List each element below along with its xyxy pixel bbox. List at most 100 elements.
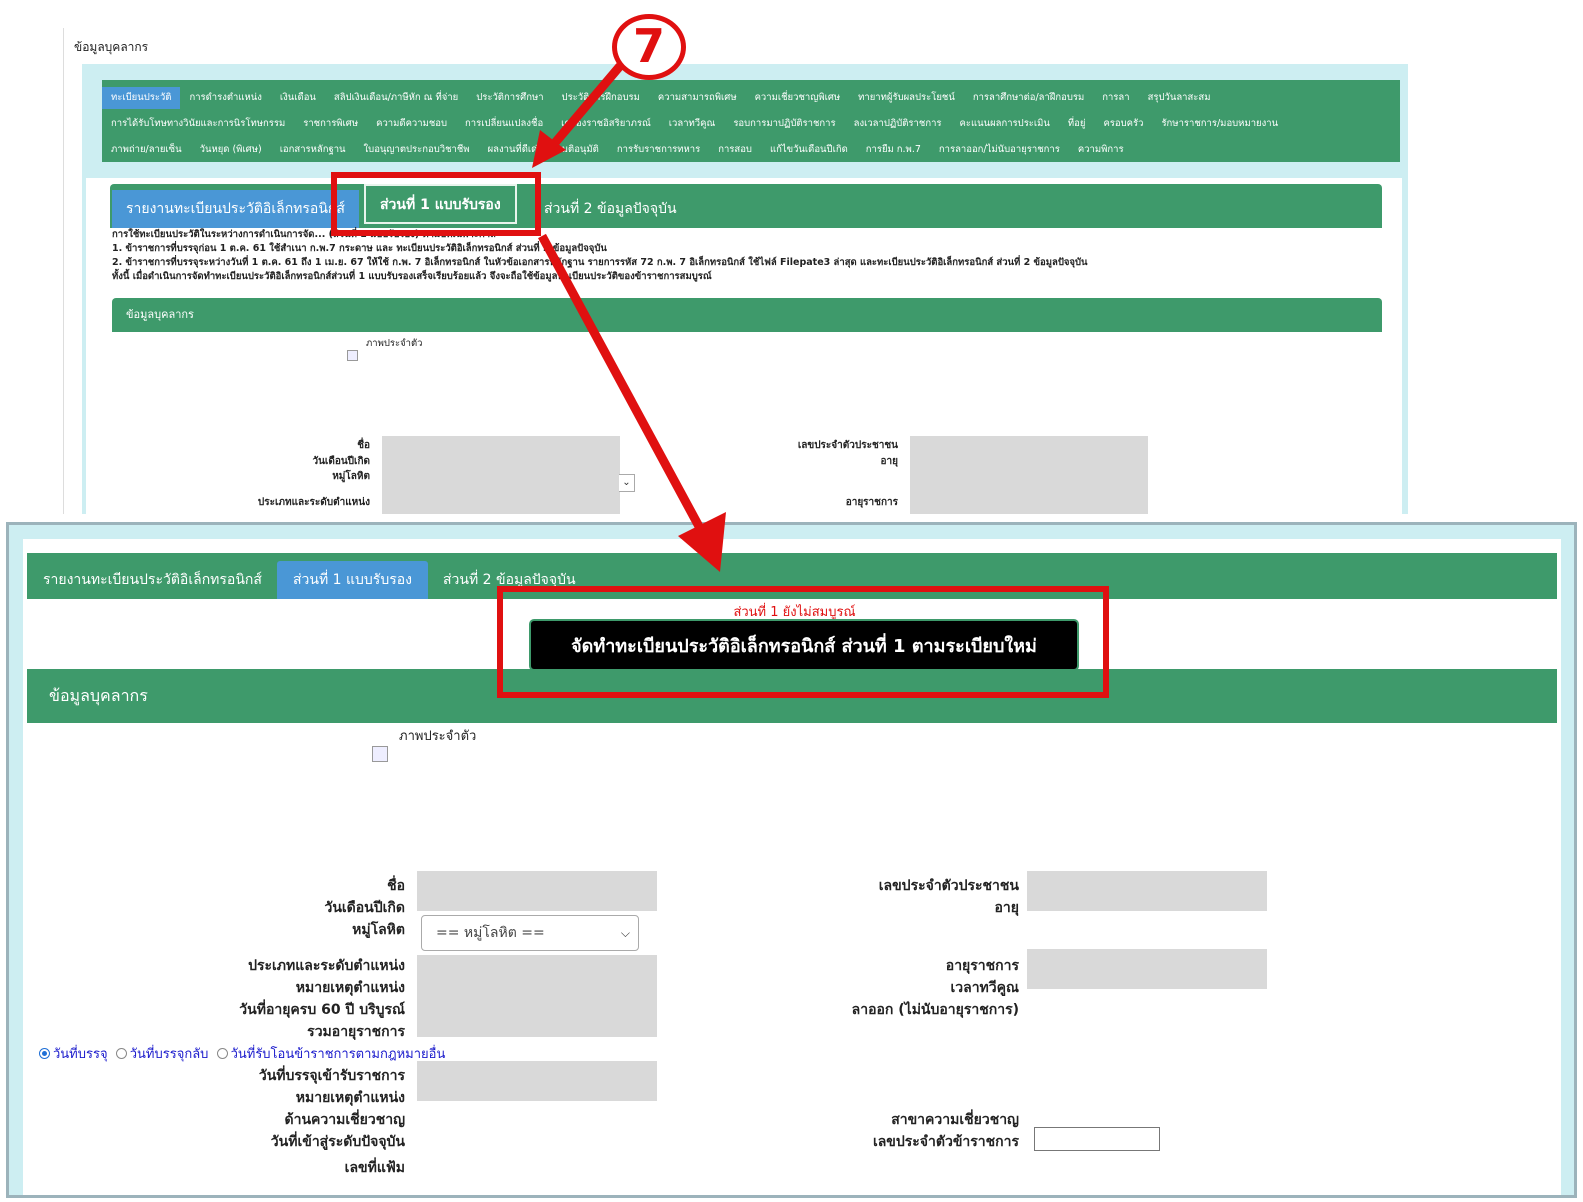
label-level-date: วันที่เข้าสู่ระดับปัจจุบัน (270, 1134, 405, 1150)
menu-item[interactable]: สลิปเงินเดือน/ภาษีหัก ณ ที่จ่าย (325, 87, 467, 109)
menu-item[interactable]: การได้รับโทษทางวินัยและการนิรโทษกรรม (102, 113, 294, 135)
menu-item[interactable]: ความเชี่ยวชาญพิเศษ (746, 87, 850, 109)
menu-item[interactable]: การยืม ก.พ.7 (857, 139, 930, 161)
label-position-type: ประเภทและระดับตำแหน่ง (248, 958, 405, 974)
label-citizen-id: เลขประจำตัวประชาชน (878, 878, 1019, 894)
menu-item[interactable]: ราชการพิเศษ (294, 113, 367, 135)
redacted-field (417, 1061, 657, 1101)
redacted-field (1027, 871, 1267, 911)
menu-item[interactable]: รักษาราชการ/มอบหมายงาน (1152, 113, 1287, 135)
note-line: การใช้ทะเบียนประวัติในระหว่างการดำเนินกา… (112, 229, 496, 240)
label-service-age: อายุราชการ (945, 958, 1019, 974)
menu-row-2: การได้รับโทษทางวินัยและการนิรโทษกรรม ราช… (102, 111, 1396, 137)
label-file-no: เลขที่แฟ้ม (344, 1160, 405, 1176)
label-appoint-date: วันที่บรรจุเข้ารับราชการ (258, 1068, 405, 1084)
menu-item[interactable]: ทายาทผู้รับผลประโยชน์ (849, 87, 964, 109)
note-line: 2. ข้าราชการที่บรรจุระหว่างวันที่ 1 ต.ค.… (112, 257, 1088, 268)
menu-item[interactable]: การลา (1093, 87, 1138, 109)
menu-item[interactable]: ลงเวลาปฏิบัติราชการ (845, 113, 951, 135)
label-civil-id: เลขประจำตัวข้าราชการ (872, 1134, 1019, 1150)
label-total-service: รวมอายุราชการ (307, 1024, 405, 1040)
label-multiplier-time: เวลาทวีคูณ (950, 980, 1019, 996)
label-blood-type: หมู่โลหิต (352, 922, 405, 938)
menu-item[interactable]: การเปลี่ยนแปลงชื่อ (456, 113, 552, 135)
photo-label: ภาพประจำตัว (399, 729, 477, 744)
profile-photo-image (347, 350, 358, 361)
tab-part2[interactable]: ส่วนที่ 2 ข้อมูลปัจจุบัน (530, 190, 691, 228)
top-screenshot: ข้อมูลบุคลากร ทะเบียนประวัติ การดำรงตำแห… (63, 28, 1415, 514)
label-service-age: อายุราชการ (845, 497, 898, 508)
redacted-field (382, 436, 620, 514)
menu-item[interactable]: สรุปวันลาสะสม (1139, 87, 1220, 109)
label-leave: ลาออก (ไม่นับอายุราชการ) (851, 1002, 1019, 1018)
label-retire-date: วันที่อายุครบ 60 ปี บริบูรณ์ (239, 1002, 405, 1018)
menu-item[interactable]: เวลาทวีคูณ (660, 113, 725, 135)
label-expertise: ด้านความเชี่ยวชาญ (284, 1112, 405, 1128)
note-line: 1. ข้าราชการที่บรรจุก่อน 1 ต.ค. 61 ใช้สำ… (112, 243, 607, 254)
redacted-field (417, 871, 657, 911)
radio-reappoint[interactable] (115, 1048, 127, 1059)
radio-transfer[interactable] (216, 1048, 228, 1059)
menu-item[interactable]: ประวัติการศึกษา (467, 87, 552, 109)
usage-notes: การใช้ทะเบียนประวัติในระหว่างการดำเนินกา… (112, 228, 1382, 284)
section-header: ข้อมูลบุคลากร (112, 298, 1382, 332)
menu-item[interactable]: เอกสารหลักฐาน (271, 139, 355, 161)
tab-report[interactable]: รายงานทะเบียนประวัติอิเล็กทรอนิกส์ (27, 561, 278, 599)
radio-label[interactable]: วันที่บรรจุกลับ (130, 1047, 209, 1062)
menu-item[interactable]: ผลงานที่ดีเด่น (479, 139, 553, 161)
radio-label[interactable]: วันที่บรรจุ (53, 1047, 108, 1062)
step-number-badge: 7 (612, 14, 686, 80)
highlight-box-tab (331, 172, 541, 236)
menu-item[interactable]: แก้ไขวันเดือนปีเกิด (761, 139, 857, 161)
blood-type-select[interactable]: == หมู่โลหิต == ⌵ (421, 915, 639, 951)
menu-item[interactable]: การสอบ (709, 139, 761, 161)
label-expertise-branch: สาขาความเชี่ยวชาญ (891, 1112, 1019, 1128)
note-line: ทั้งนี้ เมื่อดำเนินการจัดทำทะเบียนประวัต… (112, 271, 712, 282)
menu-item[interactable]: การลาออก/ไม่นับอายุราชการ (930, 139, 1069, 161)
civil-id-input[interactable] (1034, 1127, 1160, 1151)
menu-item[interactable]: ครอบครัว (1094, 113, 1152, 135)
menu-item[interactable]: ที่อยู่ (1059, 113, 1095, 135)
menu-item[interactable]: เครื่องราชอิสริยาภรณ์ (552, 113, 660, 135)
chevron-down-icon[interactable]: ⌄ (619, 474, 635, 492)
menu-item-profile[interactable]: ทะเบียนประวัติ (102, 87, 181, 109)
menu-item[interactable]: ความดีความชอบ (367, 113, 456, 135)
tab-report[interactable]: รายงานทะเบียนประวัติอิเล็กทรอนิกส์ (112, 190, 359, 228)
menu-item[interactable]: การรับราชการทหาร (608, 139, 709, 161)
label-position-note-2: หมายเหตุตำแหน่ง (295, 1090, 405, 1106)
menu-item[interactable]: ความพิการ (1069, 139, 1133, 161)
label-age: อายุ (994, 900, 1019, 916)
label-age: อายุ (880, 456, 898, 467)
menu-item[interactable]: ความสามารถพิเศษ (649, 87, 746, 109)
menu-item[interactable]: ภาพถ่าย/ลายเซ็น (102, 139, 191, 161)
radio-label[interactable]: วันที่รับโอนข้าราชการตามกฎหมายอื่น (231, 1047, 446, 1062)
menu-item[interactable]: รอบการมาปฏิบัติราชการ (724, 113, 844, 135)
menu-item[interactable]: การดำรงตำแหน่ง (180, 87, 270, 109)
label-birthdate: วันเดือนปีเกิด (312, 456, 370, 467)
main-menu: ทะเบียนประวัติ การดำรงตำแหน่ง เงินเดือน … (102, 80, 1400, 162)
label-position-note: หมายเหตุตำแหน่ง (295, 980, 405, 996)
menu-row-1: ทะเบียนประวัติ การดำรงตำแหน่ง เงินเดือน … (102, 85, 1396, 111)
tab-part1[interactable]: ส่วนที่ 1 แบบรับรอง (277, 561, 428, 599)
blood-type-select-value: == หมู่โลหิต == (436, 925, 545, 941)
menu-item[interactable]: คะแนนผลการประเมิน (951, 113, 1059, 135)
label-blood-type: หมู่โลหิต (332, 471, 370, 482)
menu-item[interactable]: ใบอนุญาตประกอบวิชาชีพ (355, 139, 479, 161)
menu-row-3: ภาพถ่าย/ลายเซ็น วันหยุด (พิเศษ) เอกสารหล… (102, 137, 1396, 163)
chevron-down-icon: ⌵ (620, 926, 630, 940)
highlight-box-button (497, 586, 1109, 698)
redacted-field (1027, 949, 1267, 989)
menu-item[interactable]: ประวัติการฝึกอบรม (553, 87, 649, 109)
menu-item[interactable]: การลาศึกษาต่อ/ลาฝึกอบรม (964, 87, 1093, 109)
label-name: ชื่อ (387, 878, 405, 894)
redacted-field (910, 436, 1148, 514)
page-title: ข้อมูลบุคลากร (74, 40, 149, 54)
label-citizen-id: เลขประจำตัวประชาชน (797, 440, 898, 451)
radio-appoint[interactable] (39, 1048, 50, 1059)
menu-item[interactable]: เงินเดือน (271, 87, 325, 109)
profile-photo-image (372, 746, 388, 762)
menu-item[interactable]: มติอนุมัติ (553, 139, 608, 161)
report-tabs: รายงานทะเบียนประวัติอิเล็กทรอนิกส์ ส่วนท… (110, 184, 1382, 228)
menu-item[interactable]: วันหยุด (พิเศษ) (191, 139, 271, 161)
label-position-type: ประเภทและระดับตำแหน่ง (257, 497, 370, 508)
